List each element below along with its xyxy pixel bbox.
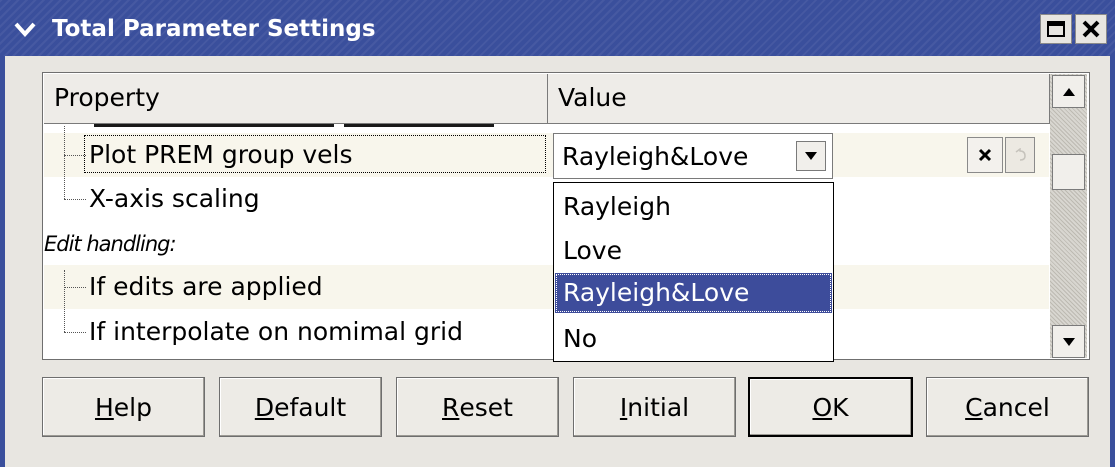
maximize-button[interactable]	[1040, 14, 1072, 44]
window-border-right	[1110, 56, 1115, 467]
reset-button[interactable]: Reset	[396, 377, 559, 437]
tree-connector	[64, 332, 86, 333]
chevron-down-icon	[14, 22, 36, 37]
tree-connector	[64, 287, 86, 288]
window-menu-button[interactable]	[10, 14, 40, 44]
row-label-plot-prem: Plot PREM group vels	[89, 140, 353, 169]
close-icon	[1082, 20, 1100, 38]
scrollbar-thumb[interactable]	[1052, 154, 1085, 190]
table-row-section[interactable]: Edit handling:	[44, 221, 1049, 265]
undo-arrow-icon	[1015, 148, 1026, 161]
table-row[interactable]: Plot PREM group vels	[44, 133, 1049, 177]
dropdown-option-rayleigh-love[interactable]: Rayleigh&Love	[555, 273, 832, 313]
default-label: efault	[274, 392, 347, 422]
clear-x-icon	[978, 148, 992, 162]
row-label-edits-applied: If edits are applied	[89, 272, 323, 301]
combo-dropdown-list: Rayleigh Love Rayleigh&Love No	[553, 182, 834, 362]
title-bar: Total Parameter Settings	[0, 0, 1115, 56]
initial-mnemonic: I	[619, 392, 628, 422]
cancel-mnemonic: C	[965, 392, 983, 422]
default-mnemonic: D	[254, 392, 275, 422]
table-row[interactable]: If edits are applied	[44, 265, 1049, 309]
row-label-interpolate-grid: If interpolate on nomimal grid	[89, 317, 463, 346]
combo-dropdown-button[interactable]	[796, 141, 826, 171]
dropdown-option-rayleigh[interactable]: Rayleigh	[555, 187, 832, 227]
reset-mnemonic: R	[442, 392, 460, 422]
scroll-down-button[interactable]	[1052, 325, 1085, 358]
apply-value-button[interactable]	[1005, 137, 1035, 173]
section-heading-edit-handling: Edit handling:	[44, 232, 177, 256]
initial-button[interactable]: Initial	[573, 377, 736, 437]
table-row[interactable]: X-axis scaling	[44, 177, 1049, 221]
window-title: Total Parameter Settings	[52, 16, 376, 42]
clear-value-button[interactable]	[967, 137, 1003, 173]
table-row-partial	[44, 124, 1049, 130]
tree-connector	[64, 199, 86, 200]
scroll-down-arrow-icon	[1062, 337, 1075, 346]
close-button[interactable]	[1075, 14, 1107, 44]
ok-label: K	[832, 392, 849, 422]
table-row[interactable]: If interpolate on nomimal grid	[44, 309, 1049, 356]
help-mnemonic: H	[94, 392, 114, 422]
column-header-value[interactable]: Value	[548, 74, 1050, 124]
help-label: elp	[113, 392, 152, 422]
vertical-scrollbar[interactable]	[1050, 74, 1087, 358]
cancel-label: ancel	[982, 392, 1050, 422]
tree-connector	[64, 155, 86, 156]
tree-connector	[64, 270, 65, 332]
help-button[interactable]: Help	[42, 377, 205, 437]
scroll-up-button[interactable]	[1052, 75, 1085, 108]
dropdown-option-no[interactable]: No	[555, 319, 832, 359]
default-button[interactable]: Default	[219, 377, 382, 437]
tree-connector	[64, 126, 65, 199]
reset-label: eset	[459, 392, 513, 422]
ok-button[interactable]: OK	[748, 377, 913, 437]
value-combo-box[interactable]: Rayleigh&Love	[553, 133, 833, 179]
window-border-left	[0, 56, 5, 467]
combo-arrow-icon	[805, 152, 817, 160]
dropdown-option-love[interactable]: Love	[555, 231, 832, 271]
column-header-property[interactable]: Property	[44, 74, 548, 124]
maximize-icon	[1047, 21, 1065, 37]
scroll-up-arrow-icon	[1062, 87, 1075, 96]
cancel-button[interactable]: Cancel	[926, 377, 1089, 437]
combo-current-value: Rayleigh&Love	[562, 142, 749, 171]
ok-mnemonic: O	[812, 392, 833, 422]
row-label-x-axis-scaling: X-axis scaling	[89, 184, 260, 213]
initial-label: nitial	[627, 392, 690, 422]
